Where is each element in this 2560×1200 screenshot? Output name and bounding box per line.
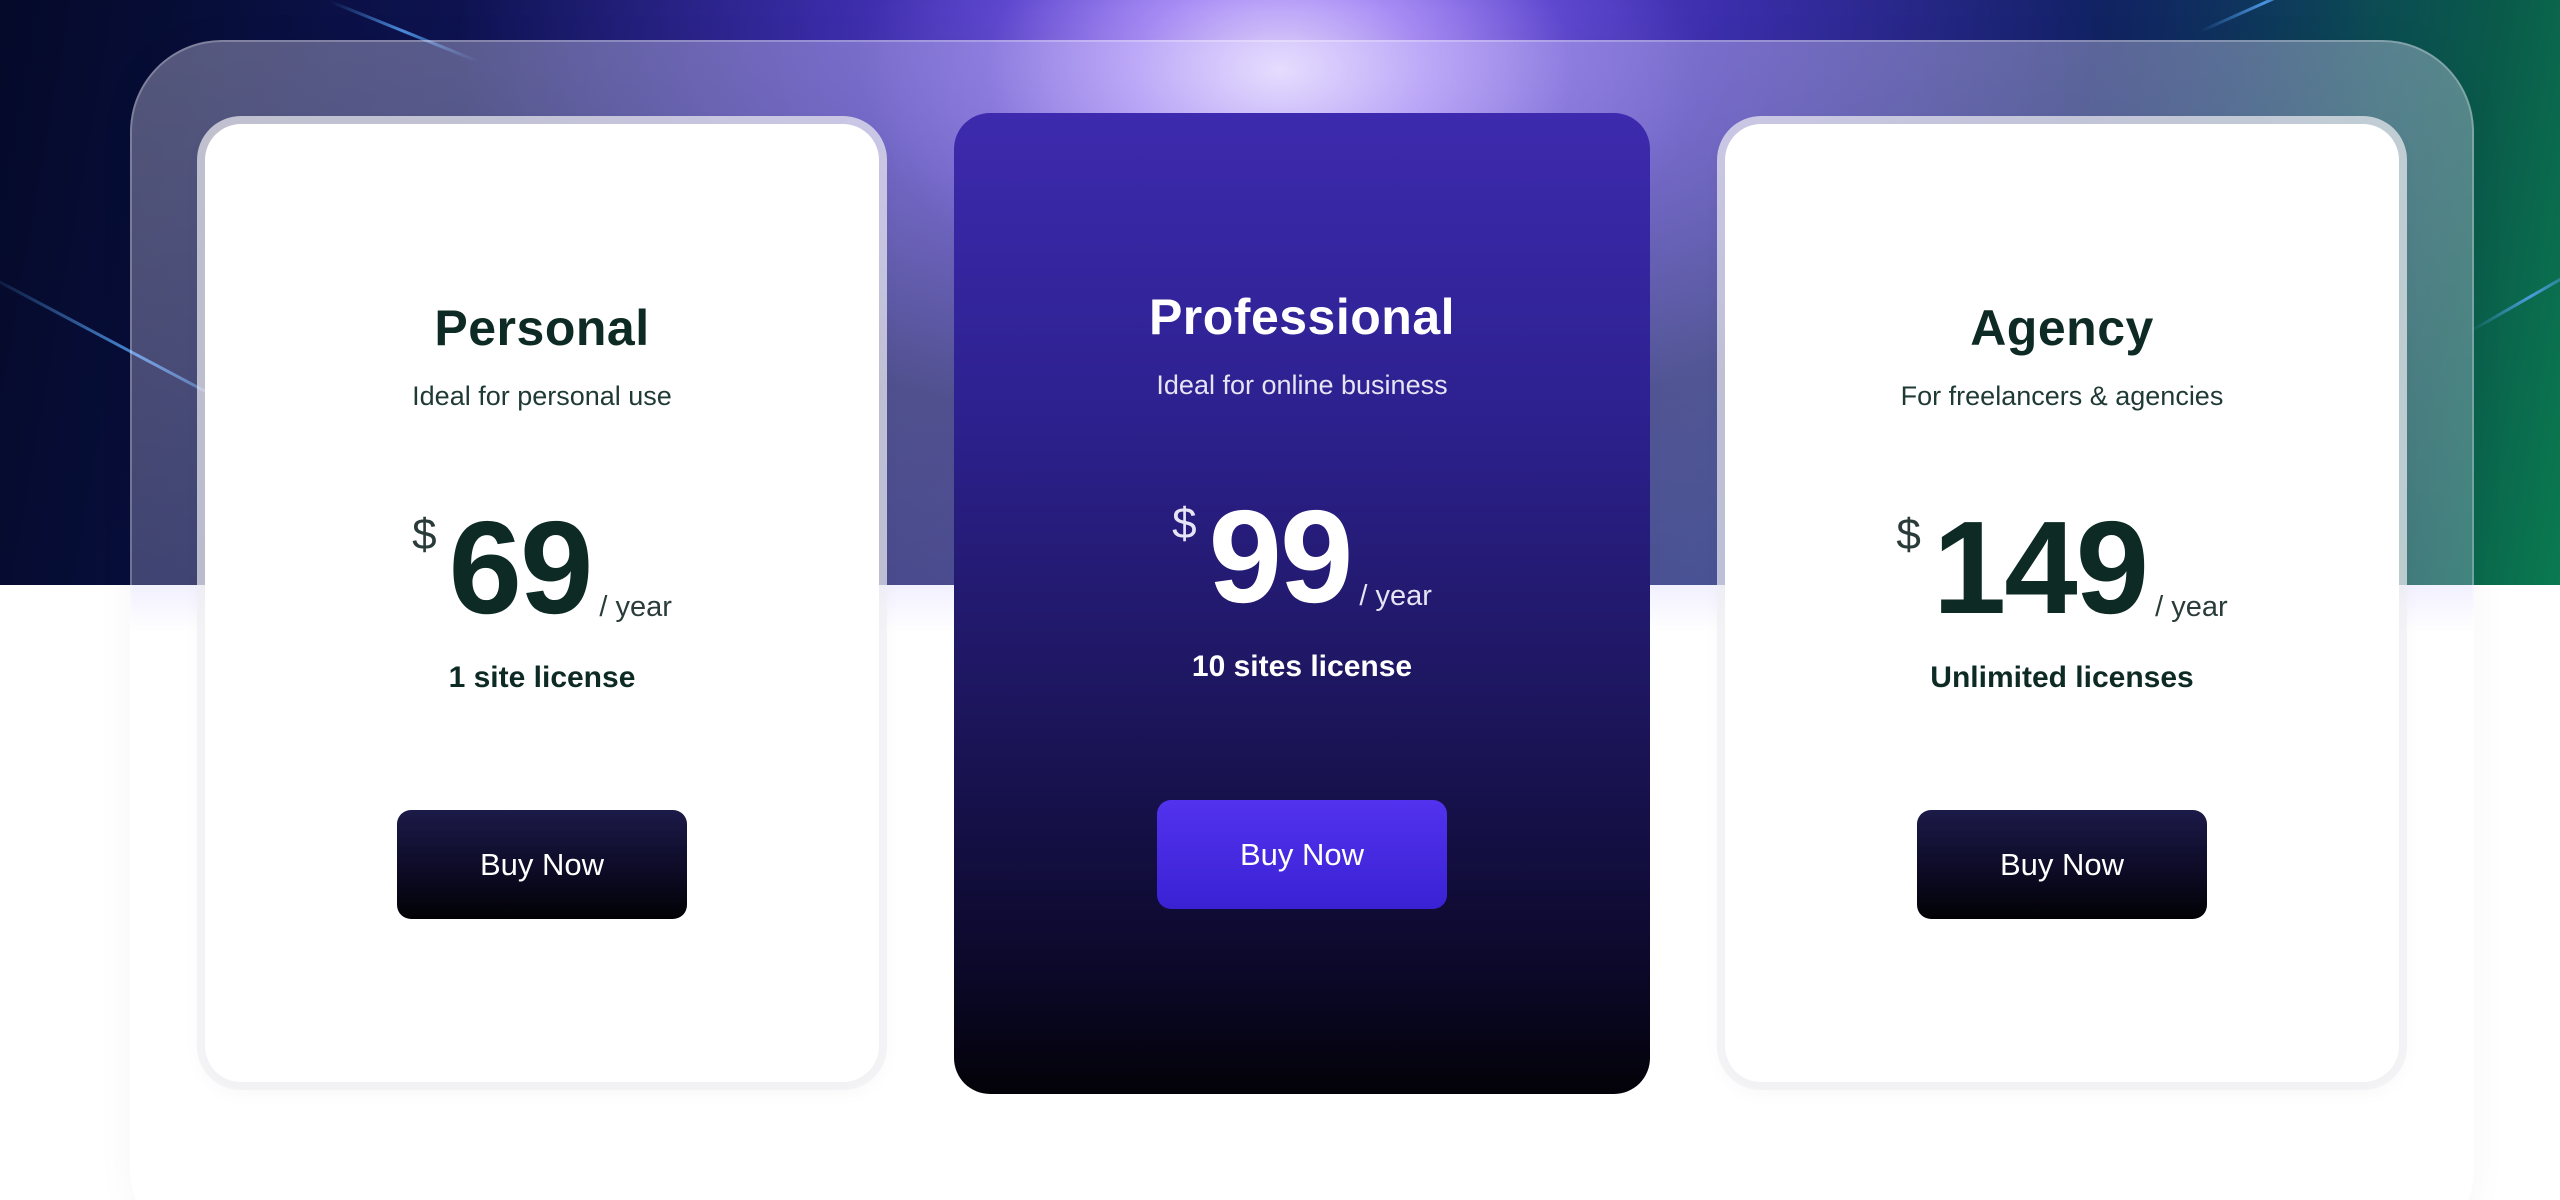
price-period: / year — [599, 591, 672, 623]
price-period: / year — [1359, 580, 1432, 612]
currency-symbol: $ — [1896, 510, 1921, 559]
price-amount: 149 — [1932, 494, 2149, 641]
plan-price: $ 149 / year — [1725, 502, 2399, 634]
currency-symbol: $ — [412, 510, 437, 559]
buy-now-button[interactable]: Buy Now — [397, 810, 687, 919]
plan-name: Professional — [1148, 289, 1456, 345]
plan-name: Agency — [1970, 300, 2154, 356]
price-amount: 99 — [1208, 483, 1354, 630]
light-streak-decoration — [2199, 0, 2329, 33]
pricing-page: Personal Ideal for personal use $ 69 / y… — [0, 0, 2560, 1200]
pricing-card-professional: Professional Ideal for online business $… — [954, 113, 1650, 1094]
plan-description: Ideal for online business — [1156, 370, 1448, 400]
buy-now-button[interactable]: Buy Now — [1157, 800, 1447, 909]
license-info: Unlimited licenses — [1930, 661, 2194, 694]
license-info: 1 site license — [448, 661, 636, 694]
light-streak-decoration — [2469, 260, 2560, 333]
plan-price: $ 99 / year — [954, 491, 1650, 623]
license-info: 10 sites license — [1191, 650, 1413, 683]
plan-name: Personal — [434, 300, 650, 356]
plan-description: Ideal for personal use — [412, 381, 672, 411]
buy-now-button[interactable]: Buy Now — [1917, 810, 2207, 919]
pricing-card-agency: Agency For freelancers & agencies $ 149 … — [1725, 124, 2399, 1082]
price-amount: 69 — [448, 494, 594, 641]
pricing-card-personal: Personal Ideal for personal use $ 69 / y… — [205, 124, 879, 1082]
plan-description: For freelancers & agencies — [1900, 381, 2224, 411]
currency-symbol: $ — [1172, 499, 1197, 548]
price-period: / year — [2155, 591, 2228, 623]
plan-price: $ 69 / year — [205, 502, 879, 634]
